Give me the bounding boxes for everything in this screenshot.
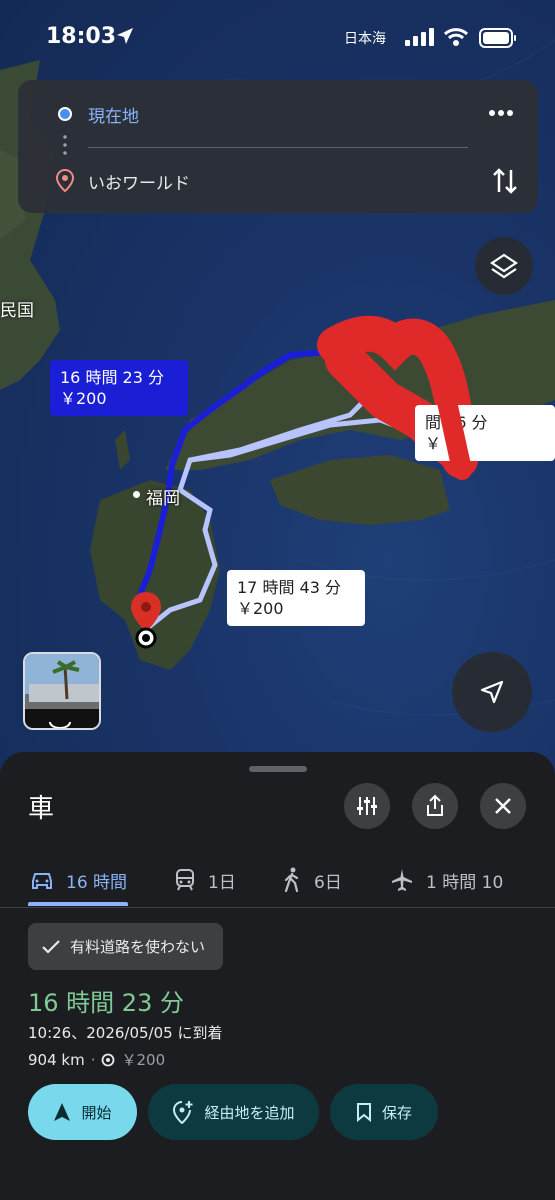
tab-label: 16 時間: [66, 872, 128, 893]
tab-car[interactable]: 16 時間: [30, 852, 127, 908]
streetview-thumbnail[interactable]: [23, 652, 101, 730]
status-time: 18:03: [46, 24, 117, 49]
divider: [88, 147, 468, 148]
add-location-icon: [173, 1101, 193, 1124]
directions-sheet: 車 16 時間 1日 6日 1 時間 10 有料道路を使わない 16 時間 23…: [0, 752, 555, 1200]
close-button[interactable]: [480, 783, 526, 829]
tab-walk[interactable]: 6日: [282, 852, 342, 908]
wifi-icon: [443, 28, 469, 46]
save-label: 保存: [381, 1103, 412, 1122]
start-button[interactable]: 開始: [28, 1084, 137, 1140]
destination-pin-icon: [55, 169, 75, 193]
origin-dot-icon: [58, 107, 72, 121]
route-distance: 904 km: [28, 1050, 85, 1069]
arrival-time: 10:26、2026/05/05 に到着: [28, 1024, 223, 1042]
share-button[interactable]: [412, 783, 458, 829]
battery-icon: [479, 28, 516, 48]
navigation-arrow-icon: [54, 1103, 71, 1121]
active-tab-indicator: [28, 902, 128, 906]
bookmark-icon: [356, 1103, 371, 1122]
status-carrier: 日本海: [344, 31, 386, 47]
destination-field[interactable]: いおワールド: [88, 169, 190, 194]
navigation-arrow-icon: [480, 680, 504, 704]
check-icon: [42, 939, 60, 954]
route-duration: 16 時間 23 分: [28, 989, 184, 1017]
chip-label: 有料道路を使わない: [70, 938, 206, 956]
place-label-korea: 民国: [0, 301, 34, 321]
train-icon: [176, 869, 194, 891]
add-stop-button[interactable]: 経由地を追加: [148, 1084, 319, 1140]
sheet-title: 車: [28, 794, 55, 824]
destination-pin-icon[interactable]: [128, 590, 164, 650]
plane-icon: [392, 869, 412, 891]
location-arrow-icon: [117, 28, 133, 44]
more-options-icon[interactable]: [488, 109, 514, 117]
origin-field[interactable]: 現在地: [88, 102, 139, 127]
sliders-icon: [357, 797, 377, 815]
avoid-tolls-chip[interactable]: 有料道路を使わない: [28, 923, 224, 970]
toll-icon: [102, 1053, 115, 1066]
tab-flight[interactable]: 1 時間 10: [390, 852, 503, 908]
tab-label: 1 時間 10: [426, 872, 504, 893]
start-label: 開始: [81, 1103, 112, 1122]
route-dots-icon: [63, 133, 67, 157]
close-icon: [495, 798, 511, 814]
route-details: 904 km · ￥200: [28, 1049, 165, 1070]
route-options-button[interactable]: [344, 783, 390, 829]
walk-icon: [284, 867, 299, 893]
share-icon: [427, 794, 443, 816]
tab-label: 1日: [208, 872, 236, 893]
separator: ·: [90, 1050, 96, 1069]
toll-fare: ￥200: [121, 1051, 166, 1069]
my-location-button[interactable]: [452, 652, 532, 732]
travel-mode-tabs: 16 時間 1日 6日 1 時間 10: [0, 852, 555, 908]
city-dot: [133, 491, 140, 498]
tab-label: 6日: [314, 872, 342, 893]
swap-icon[interactable]: [492, 166, 518, 196]
car-icon: [32, 873, 52, 889]
tab-transit[interactable]: 1日: [174, 852, 236, 908]
layers-icon: [490, 253, 518, 279]
route-panel: 現在地 いおワールド: [18, 80, 538, 213]
place-label-fukuoka: 福岡: [146, 489, 180, 509]
signal-icon: [405, 28, 434, 46]
add-stop-label: 経由地を追加: [204, 1103, 295, 1122]
save-button[interactable]: 保存: [330, 1084, 438, 1140]
drag-handle[interactable]: [249, 766, 307, 772]
layers-button[interactable]: [475, 237, 533, 295]
status-bar: 18:03 日本海: [0, 0, 555, 70]
